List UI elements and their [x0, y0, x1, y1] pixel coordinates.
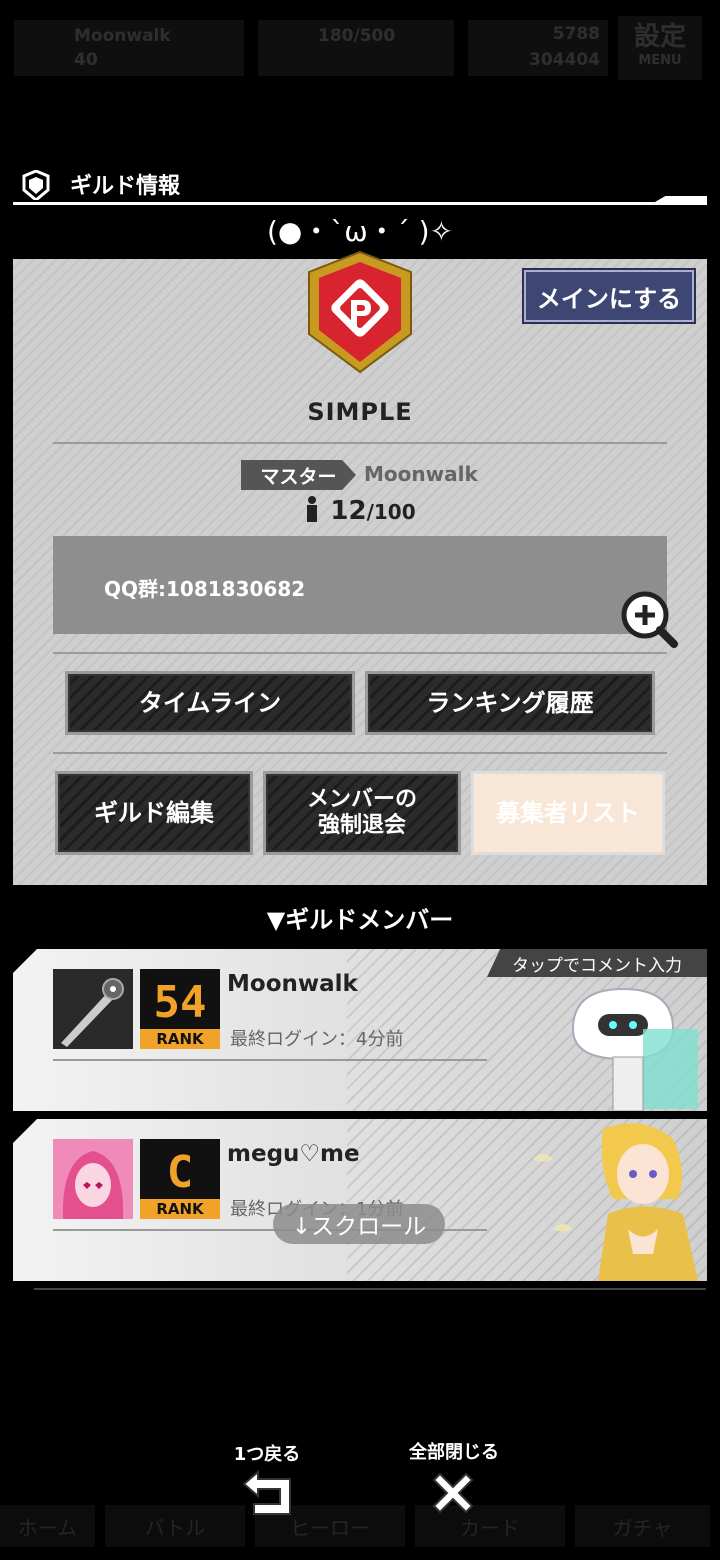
force-leave-button[interactable]: メンバーの 強制退会 [263, 771, 461, 855]
applicant-list-button[interactable]: 募集者リスト [471, 771, 665, 855]
divider [53, 442, 667, 444]
set-main-guild-button[interactable]: メインにする [524, 270, 694, 322]
nav-tab-home: ホーム [0, 1505, 95, 1547]
scroll-hint[interactable]: ↓スクロール [273, 1204, 445, 1244]
guild-emblem [308, 250, 412, 374]
member-last-login: 最終ログイン：4分前 [230, 1029, 404, 1050]
nav-tab-battle: バトル [105, 1505, 245, 1547]
member-card[interactable]: タップでコメント入力 54 RANK Moonwalk 最終ログイン：4分前 [13, 949, 707, 1111]
person-icon [307, 496, 318, 522]
timeline-button[interactable]: タイムライン [65, 671, 355, 735]
rank-badge: C RANK [140, 1139, 220, 1219]
back-arrow-icon[interactable] [240, 1468, 296, 1520]
currency-display: 5788 304404 [468, 20, 608, 76]
player-name: Moonwalk [74, 26, 171, 46]
currency-bottom: 304404 [529, 50, 600, 70]
stamina-value: 180/500 [318, 26, 396, 46]
master-tag: マスター [241, 460, 356, 490]
edit-guild-button[interactable]: ギルド編集 [55, 771, 253, 855]
menu-label: MENU [638, 53, 682, 68]
guild-description: QQ群:1081830682 [104, 577, 306, 601]
stamina-display: 180/500 [258, 20, 454, 76]
page-title: ギルド情報 [70, 174, 181, 199]
ranking-history-button[interactable]: ランキング履歴 [365, 671, 655, 735]
rank-value: 54 [153, 977, 207, 1028]
member-card[interactable]: C RANK megu♡me 最終ログイン：1分前 [13, 1119, 707, 1281]
member-count: 12/100 [0, 496, 720, 526]
robot-character-image [571, 987, 698, 1111]
close-icon[interactable] [428, 1468, 478, 1518]
menu-button: 設定 MENU [618, 16, 702, 80]
player-level: 40 [74, 50, 98, 70]
list-bottom-divider [34, 1288, 706, 1290]
guild-name: SIMPLE [307, 398, 413, 426]
divider [53, 1059, 487, 1061]
member-count-value: 12 [330, 496, 367, 526]
blonde-character-image [533, 1123, 698, 1281]
top-status-bar: Moonwalk 40 180/500 5788 304404 設定 MENU [0, 0, 720, 90]
member-count-max: /100 [366, 500, 416, 524]
player-info: Moonwalk 40 [14, 20, 244, 76]
rank-value: C [166, 1147, 194, 1198]
sword-avatar-icon [53, 969, 133, 1049]
rank-badge: 54 RANK [140, 969, 220, 1049]
master-name: Moonwalk [364, 462, 478, 486]
header-divider-accent [655, 196, 707, 202]
members-section-title: ▼ギルドメンバー [266, 906, 454, 934]
rank-label: RANK [140, 1029, 220, 1049]
force-leave-label-2: 強制退会 [317, 813, 406, 838]
guild-motto: (●・`ω・´ )✧ [266, 215, 454, 248]
force-leave-label-1: メンバーの [306, 786, 417, 812]
header-divider [13, 202, 707, 205]
bottom-nav-dimmed: ホーム バトル ヒーロー カード ガチャ [0, 1420, 720, 1560]
currency-top: 5788 [552, 24, 600, 44]
settings-label: 設定 [633, 22, 686, 52]
zoom-in-icon[interactable] [620, 590, 678, 648]
rank-label: RANK [140, 1199, 220, 1219]
member-name: Moonwalk [227, 971, 358, 997]
member-name: megu♡me [227, 1141, 360, 1167]
back-label: 1つ戻る [233, 1444, 301, 1465]
nav-tab-gacha: ガチャ [575, 1505, 710, 1547]
close-all-label: 全部閉じる [409, 1442, 499, 1463]
shield-icon [22, 170, 50, 200]
pink-hair-avatar-icon [53, 1139, 133, 1219]
divider [53, 652, 667, 654]
divider [53, 752, 667, 754]
